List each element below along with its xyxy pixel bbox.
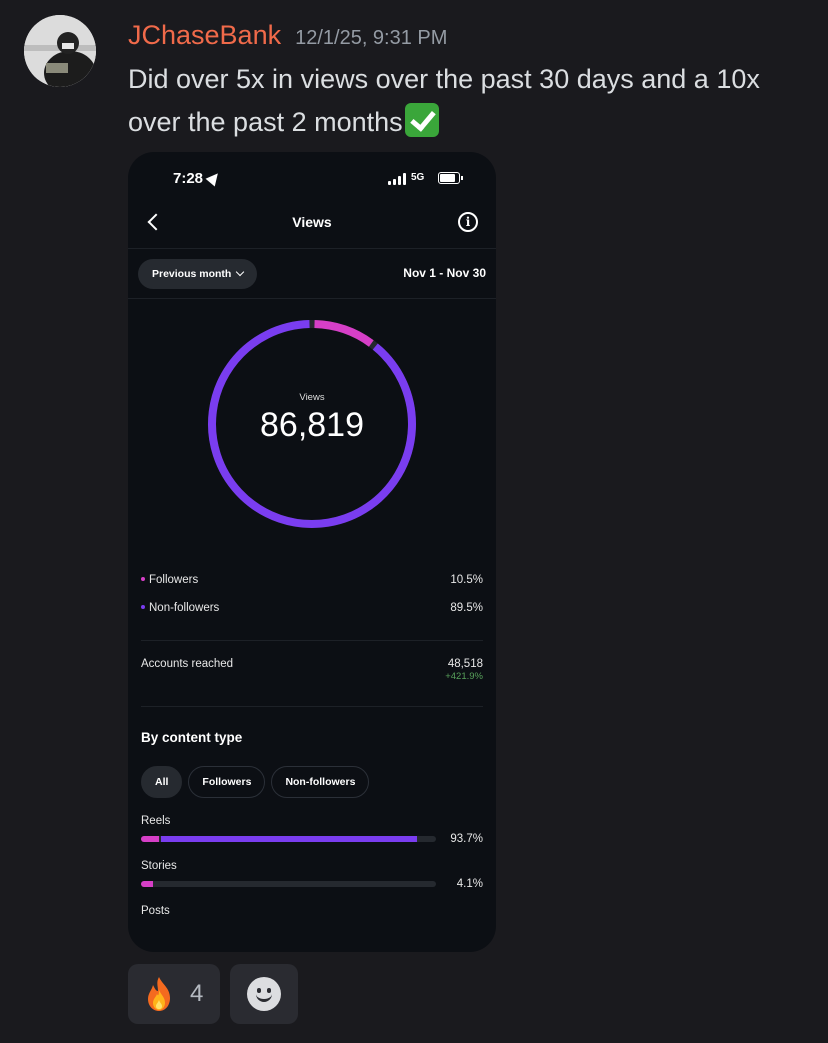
content-row-value: 93.7% <box>450 833 483 845</box>
divider <box>141 640 483 641</box>
info-icon[interactable]: i <box>458 212 478 232</box>
bar-segment-non-followers <box>160 836 418 842</box>
username[interactable]: JChaseBank <box>128 20 281 51</box>
chip-non-followers[interactable]: Non-followers <box>271 766 370 798</box>
signal-bars-icon <box>388 173 406 185</box>
reaction-fire[interactable]: 4 <box>128 964 220 1024</box>
network-label: 5G <box>411 172 425 183</box>
divider <box>128 248 496 249</box>
attached-screenshot[interactable]: 7:28 5G Views i Previous month Nov 1 - N… <box>128 152 496 952</box>
legend-followers: Followers 10.5% <box>141 574 483 586</box>
message-body: Did over 5x in views over the past 30 da… <box>128 64 760 137</box>
accounts-reached-change: +421.9% <box>445 671 483 682</box>
accounts-reached-label: Accounts reached <box>141 658 234 670</box>
legend-dot-non-followers <box>141 605 145 609</box>
donut-label: Views <box>299 392 325 403</box>
battery-icon <box>438 172 463 184</box>
location-arrow-icon <box>205 169 223 187</box>
add-reaction-button[interactable] <box>230 964 298 1024</box>
content-type-filter: All Followers Non-followers <box>141 766 370 798</box>
message-timestamp: 12/1/25, 9:31 PM <box>295 27 448 49</box>
status-time: 7:28 <box>173 170 204 187</box>
bar-segment-followers <box>141 881 154 887</box>
legend-value: 89.5% <box>450 602 483 614</box>
chip-followers[interactable]: Followers <box>188 766 266 798</box>
phone-status-bar: 7:28 5G <box>128 169 496 190</box>
content-row-label: Posts <box>141 905 170 917</box>
chip-all[interactable]: All <box>141 766 183 798</box>
views-total: 86,819 <box>260 406 364 444</box>
legend-value: 10.5% <box>450 574 483 586</box>
check-mark-button-emoji-icon <box>404 103 439 137</box>
chevron-down-icon <box>236 267 245 277</box>
content-row-value: 4.1% <box>456 878 483 890</box>
reaction-count: 4 <box>190 980 204 1007</box>
fire-emoji-icon <box>148 977 170 1011</box>
stories-bar <box>141 881 436 887</box>
accounts-reached-value: 48,518 <box>447 658 483 670</box>
accounts-reached-row[interactable]: Accounts reached 48,518 +421.9% <box>141 658 483 682</box>
divider <box>128 298 496 299</box>
content-row-label: Reels <box>141 815 171 827</box>
period-dropdown[interactable]: Previous month <box>138 259 258 289</box>
avatar[interactable] <box>24 15 96 87</box>
message-text: Did over 5x in views over the past 30 da… <box>128 58 808 144</box>
legend-label: Followers <box>149 574 199 586</box>
legend-dot-followers <box>141 577 145 581</box>
bar-segment-followers <box>141 836 159 842</box>
divider <box>141 706 483 707</box>
page-title: Views <box>292 214 332 230</box>
date-range: Nov 1 - Nov 30 <box>403 266 486 280</box>
donut-segment-followers <box>314 320 374 347</box>
legend-label: Non-followers <box>149 602 220 614</box>
reels-bar <box>141 836 436 842</box>
period-dropdown-label: Previous month <box>152 268 232 280</box>
content-type-title: By content type <box>141 730 243 745</box>
message-header: JChaseBank 12/1/25, 9:31 PM <box>128 20 447 51</box>
add-reaction-smiley-icon <box>247 977 281 1011</box>
content-row-label: Stories <box>141 860 177 872</box>
phone-nav-bar: Views i <box>128 204 496 244</box>
legend-non-followers: Non-followers 89.5% <box>141 602 483 614</box>
